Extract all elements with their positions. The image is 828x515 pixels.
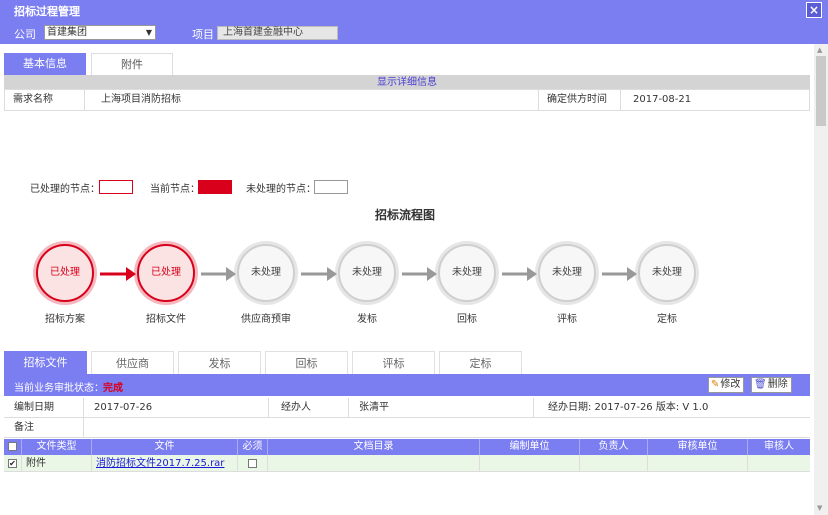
project-label: 项目 — [192, 28, 214, 41]
approval-status-value: 完成 — [103, 383, 123, 394]
legend-processed-swatch — [99, 180, 133, 194]
approval-status-label: 当前业务审批状态： — [14, 383, 104, 394]
date-label: 编制日期 — [4, 398, 84, 417]
tab-issue-bid[interactable]: 发标 — [178, 351, 261, 374]
flow-node-label-2: 招标文件 — [146, 314, 186, 325]
flow-node-label-6: 评标 — [557, 314, 577, 325]
remark-label: 备注 — [4, 418, 84, 437]
flow-node-label-5: 回标 — [457, 314, 477, 325]
trash-icon: 🗑 — [754, 379, 767, 390]
window-titlebar: 招标过程管理 × — [0, 0, 828, 20]
project-field[interactable]: 上海首建金融中心 — [217, 26, 338, 40]
tab-bid-documents[interactable]: 招标文件 — [4, 351, 87, 374]
handler-value: 张清平 — [349, 398, 534, 417]
arrow-right-icon — [201, 267, 236, 281]
meta-row-1: 编制日期 2017-07-26 经办人 张清平 经办日期: 2017-07-26… — [4, 398, 810, 418]
legend-processed-label: 已处理的节点： — [30, 184, 100, 195]
directory-value — [268, 455, 480, 472]
main-content: 基本信息 附件 显示详细信息 需求名称 上海项目消防招标 确定供方时间 2017… — [0, 44, 814, 515]
col-directory: 文档目录 — [268, 439, 480, 455]
scroll-up-icon[interactable]: ▲ — [817, 46, 822, 54]
required-cell — [238, 455, 268, 472]
detail-toggle-bar[interactable]: 显示详细信息 — [4, 75, 810, 89]
arrow-right-icon — [301, 267, 337, 281]
col-file: 文件 — [92, 439, 238, 455]
scroll-down-icon[interactable]: ▼ — [817, 504, 822, 512]
flow-node-label-1: 招标方案 — [45, 314, 85, 325]
company-select[interactable]: 首建集团 ▼ — [44, 25, 156, 40]
legend-unprocessed-swatch — [314, 180, 348, 194]
close-icon[interactable]: × — [806, 2, 822, 18]
company-label: 公司 — [14, 28, 36, 41]
tab-award-bid[interactable]: 定标 — [439, 351, 522, 374]
file-link[interactable]: 消防招标文件2017.7.25.rar — [92, 458, 224, 469]
supplier-time-value: 2017-08-21 — [633, 94, 692, 105]
row-checkbox-cell[interactable]: ✔ — [4, 455, 22, 472]
flow-node-label-3: 供应商预审 — [241, 314, 291, 325]
file-table-header: 文件类型 文件 必须 文档目录 编制单位 负责人 审核单位 审核人 — [4, 439, 810, 455]
approval-status-bar: 当前业务审批状态： 完成 ✎修改 🗑删除 — [4, 374, 810, 396]
review-unit-value — [648, 455, 748, 472]
remark-value[interactable] — [84, 418, 810, 437]
window-title: 招标过程管理 — [14, 5, 80, 18]
handler-label: 经办人 — [269, 398, 349, 417]
tab-return-bid[interactable]: 回标 — [265, 351, 348, 374]
supplier-time-label: 确定供方时间 — [539, 90, 621, 110]
select-all-checkbox[interactable] — [8, 441, 17, 451]
file-type-value: 附件 — [22, 455, 92, 472]
filter-bar: 公司 首建集团 ▼ 项目 上海首建金融中心 — [0, 20, 828, 44]
delete-button-label: 删除 — [767, 379, 788, 390]
col-compile-unit: 编制单位 — [480, 439, 580, 455]
tab-evaluate-bid[interactable]: 评标 — [352, 351, 435, 374]
meta-row-2: 备注 — [4, 418, 810, 438]
arrow-right-icon — [100, 267, 136, 281]
info-row: 需求名称 上海项目消防招标 确定供方时间 2017-08-21 — [4, 89, 810, 111]
demand-value: 上海项目消防招标 — [85, 90, 539, 110]
table-row: ✔ 附件 消防招标文件2017.7.25.rar — [4, 455, 810, 472]
col-reviewer: 审核人 — [764, 441, 794, 452]
date-value: 2017-07-26 — [84, 398, 269, 417]
file-cell: 消防招标文件2017.7.25.rar — [92, 455, 238, 472]
col-file-type: 文件类型 — [22, 439, 92, 455]
col-owner: 负责人 — [580, 439, 648, 455]
compile-unit-value — [480, 455, 580, 472]
tab-suppliers[interactable]: 供应商 — [91, 351, 174, 374]
pencil-icon: ✎ — [711, 379, 720, 390]
demand-label: 需求名称 — [5, 90, 85, 110]
arrow-right-icon — [602, 267, 637, 281]
col-review-unit: 审核单位 — [648, 439, 748, 455]
arrow-right-icon — [402, 267, 437, 281]
detail-toggle-link[interactable]: 显示详细信息 — [377, 77, 437, 88]
reviewer-value — [748, 455, 810, 472]
tab-attachments[interactable]: 附件 — [91, 53, 173, 75]
company-select-value: 首建集团 — [47, 27, 87, 38]
edit-button[interactable]: ✎修改 — [708, 377, 745, 393]
flow-node-label-7: 定标 — [657, 314, 677, 325]
flow-title: 招标流程图 — [374, 208, 435, 222]
scrollbar-thumb[interactable] — [816, 56, 826, 126]
arrow-right-icon — [502, 267, 537, 281]
legend-current-swatch — [198, 180, 232, 194]
delete-button[interactable]: 🗑删除 — [751, 377, 792, 393]
edit-button-label: 修改 — [720, 379, 741, 390]
tab-basic-info[interactable]: 基本信息 — [4, 53, 86, 75]
flow-node-label-4: 发标 — [357, 314, 377, 325]
owner-value — [580, 455, 648, 472]
legend-current-label: 当前节点： — [150, 184, 200, 195]
handle-info: 经办日期: 2017-07-26 版本: V 1.0 — [548, 402, 709, 413]
flow-arrows — [100, 267, 637, 281]
chevron-down-icon: ▼ — [145, 28, 152, 37]
legend-unprocessed-label: 未处理的节点： — [246, 184, 316, 195]
col-required: 必须 — [238, 439, 268, 455]
row-checkbox[interactable]: ✔ — [8, 458, 17, 468]
required-checkbox[interactable] — [248, 458, 257, 468]
vertical-scrollbar[interactable]: ▲ ▼ — [814, 44, 828, 515]
select-all-checkbox-cell[interactable] — [4, 439, 22, 455]
